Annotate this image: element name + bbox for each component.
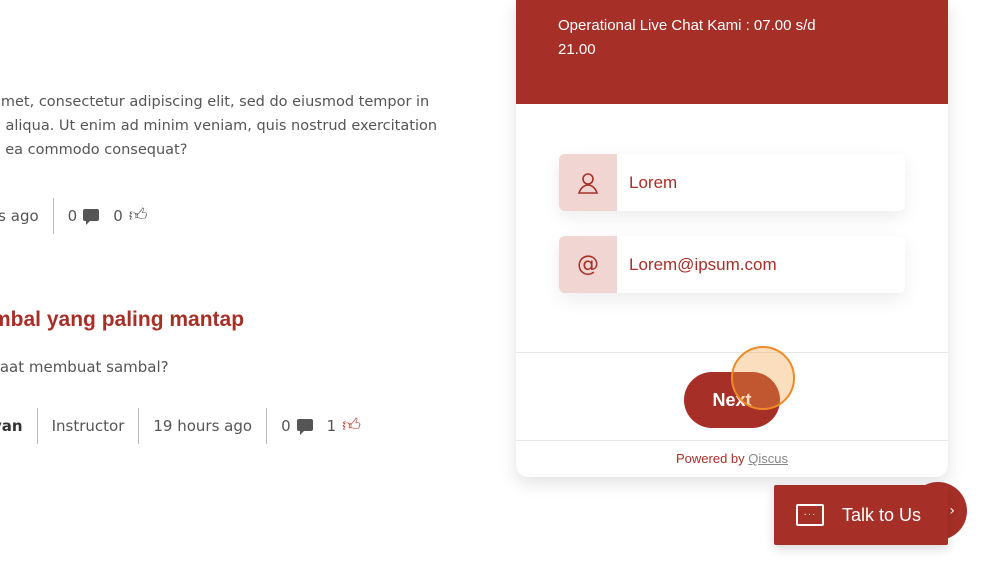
meta-divider <box>36 408 38 444</box>
post-body-line: a aliqua. Ut enim ad minim veniam, quis … <box>0 118 438 134</box>
divider <box>516 352 948 353</box>
like-count: 0 <box>113 207 123 225</box>
post-body-line: x ea commodo consequat? <box>0 142 188 158</box>
comment-count: 0 <box>281 417 291 435</box>
meta-divider <box>138 408 140 444</box>
chat-icon: ··· <box>796 504 824 526</box>
comment-count: 0 <box>67 207 78 225</box>
post-body-line: amet, consectetur adipiscing elit, sed d… <box>0 94 430 110</box>
email-input[interactable] <box>617 236 905 293</box>
post-time: rs ago <box>0 207 39 225</box>
at-icon: @ <box>559 236 617 293</box>
operational-hours-line: Operational Live Chat Kami : 07.00 s/d <box>558 17 816 34</box>
comment-icon[interactable] <box>296 417 313 435</box>
divider <box>516 440 948 441</box>
author-role: Instructor <box>51 417 125 435</box>
post-author[interactable]: yan <box>0 417 23 435</box>
talk-to-us-label: Talk to Us <box>842 504 922 525</box>
talk-to-us-button[interactable]: ··· Talk to Us <box>774 485 948 545</box>
meta-divider <box>266 408 268 444</box>
post-meta: rs ago 0 0 👍︎ <box>0 198 148 234</box>
post-title[interactable]: mbal yang paling mantap <box>0 308 244 332</box>
live-chat-widget: Operational Live Chat Kami : 07.00 s/d 2… <box>516 0 948 477</box>
powered-by: Powered by Qiscus <box>516 451 948 466</box>
forum-content: amet, consectetur adipiscing elit, sed d… <box>0 0 532 561</box>
post-body: saat membuat sambal? <box>0 358 169 376</box>
email-field[interactable]: @ <box>559 236 905 293</box>
thumbs-up-icon[interactable]: 👍︎ <box>342 417 361 435</box>
like-count: 1 <box>326 417 337 435</box>
name-input[interactable] <box>617 154 905 211</box>
chevron-right-icon: › <box>949 503 955 519</box>
name-field[interactable] <box>559 154 905 211</box>
post-body: amet, consectetur adipiscing elit, sed d… <box>0 90 437 162</box>
post-meta: yan Instructor 19 hours ago 0 1 👍︎ <box>0 408 361 444</box>
user-icon <box>559 154 617 211</box>
thumbs-up-icon[interactable]: 👍︎ <box>129 207 148 225</box>
powered-by-text: Powered by <box>675 451 745 466</box>
operational-hours-line: 21.00 <box>558 41 596 58</box>
comment-icon[interactable] <box>83 207 100 225</box>
chat-header: Operational Live Chat Kami : 07.00 s/d 2… <box>516 0 948 104</box>
post-time: 19 hours ago <box>153 417 253 435</box>
qiscus-link[interactable]: Qiscus <box>748 451 788 466</box>
cursor-highlight <box>731 346 795 410</box>
meta-divider <box>52 198 54 234</box>
